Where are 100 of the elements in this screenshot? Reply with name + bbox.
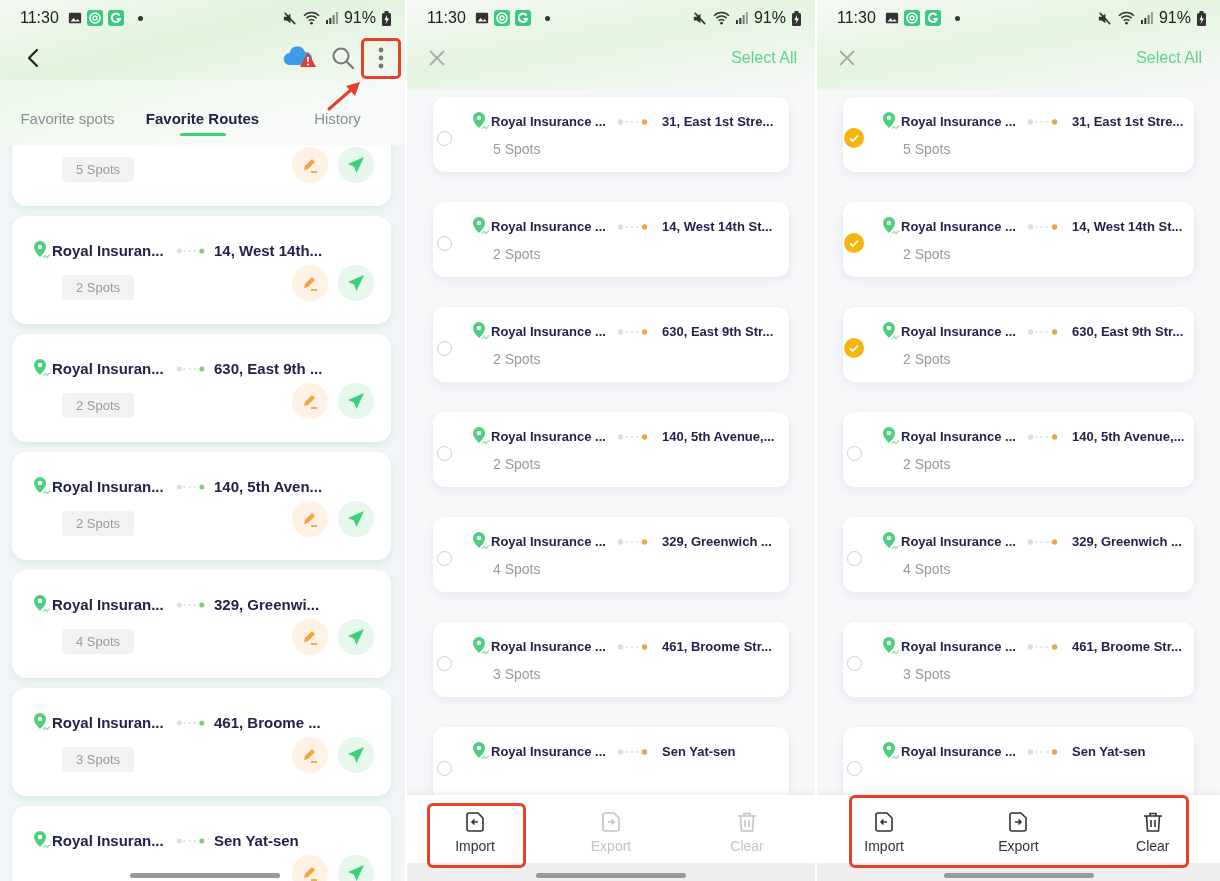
more-button[interactable]: [361, 37, 401, 79]
route-dots-icon: [1027, 118, 1059, 126]
route-destination: 630, East 9th Str...: [662, 323, 774, 339]
battery-percent: 91%: [1158, 9, 1191, 27]
edit-button[interactable]: [292, 855, 328, 881]
checkbox[interactable]: [844, 128, 864, 148]
notification-dot-icon: [954, 15, 960, 21]
pin-icon: [32, 712, 52, 732]
home-indicator[interactable]: [130, 873, 280, 878]
search-button[interactable]: [331, 46, 355, 70]
edit-button[interactable]: [292, 501, 328, 537]
target-app-icon: [493, 10, 510, 26]
search-icon: [331, 46, 355, 70]
edit-button[interactable]: [292, 147, 328, 183]
gallery-icon: [474, 11, 489, 25]
close-button[interactable]: [838, 49, 856, 67]
navigate-button[interactable]: [338, 737, 374, 773]
navigate-button[interactable]: [338, 147, 374, 183]
route-destination: Sen Yat-sen: [1072, 743, 1146, 759]
more-icon: [378, 47, 384, 69]
route-destination: 31, East 1st Stre...: [662, 113, 774, 129]
wifi-icon: [712, 11, 730, 25]
route-origin: Royal Insurance ...: [901, 638, 1013, 654]
paper-plane-icon: [346, 155, 366, 175]
spots-badge: 3 Spots: [62, 747, 135, 772]
mute-icon: [281, 10, 297, 26]
pin-icon: [881, 531, 901, 551]
navigate-button[interactable]: [338, 855, 374, 881]
navigate-button[interactable]: [338, 619, 374, 655]
pin-icon: [881, 216, 901, 236]
route-dots-icon: [1027, 538, 1059, 546]
pin-icon: [881, 321, 901, 341]
route-origin: Royal Insurance ...: [491, 323, 603, 339]
export-button[interactable]: Export: [951, 795, 1086, 863]
signal-icon: [735, 12, 748, 24]
route-destination: 630, East 9th Str...: [1072, 323, 1184, 339]
close-button[interactable]: [428, 49, 446, 67]
tab[interactable]: History: [270, 80, 405, 145]
clock-time: 11:30: [20, 9, 59, 27]
clock-time: 11:30: [427, 9, 466, 27]
back-icon[interactable]: [27, 48, 39, 68]
route-origin: Royal Insurance ...: [901, 323, 1013, 339]
route-dots-icon: [176, 719, 206, 727]
import-button[interactable]: Import: [817, 795, 952, 863]
spots-count: 2 Spots: [903, 456, 952, 472]
route-destination: 461, Broome ...: [214, 713, 321, 731]
select-all-button[interactable]: Select All: [1136, 49, 1202, 67]
route-dots-icon: [176, 601, 206, 609]
spots-count: 5 Spots: [903, 141, 952, 157]
battery-icon: [792, 10, 801, 26]
pin-icon: [881, 426, 901, 446]
route-dots-icon: [1027, 433, 1059, 441]
spots-badge: 2 Spots: [62, 275, 135, 300]
tab[interactable]: Favorite Routes: [135, 80, 270, 145]
spots-count: 2 Spots: [493, 456, 542, 472]
trash-icon: [735, 810, 759, 834]
route-origin: Royal Insuran...: [52, 831, 165, 849]
tab[interactable]: Favorite spots: [0, 80, 135, 145]
mute-icon: [691, 10, 707, 26]
home-indicator[interactable]: [943, 873, 1094, 878]
gallery-icon: [884, 11, 899, 25]
navigate-button[interactable]: [338, 501, 374, 537]
wifi-icon: [302, 11, 320, 25]
edit-button[interactable]: [292, 619, 328, 655]
home-indicator[interactable]: [536, 873, 686, 878]
route-destination: 461, Broome Str...: [1072, 638, 1182, 654]
checkbox[interactable]: [844, 233, 864, 253]
route-destination: 461, Broome Str...: [662, 638, 772, 654]
gallery-icon: [67, 11, 82, 25]
route-destination: 329, Greenwich ...: [662, 533, 772, 549]
edit-button[interactable]: [292, 265, 328, 301]
cloud-warning-icon[interactable]: [281, 44, 317, 68]
close-icon: [428, 49, 446, 67]
route-destination: 329, Greenwich ...: [1072, 533, 1182, 549]
checkbox[interactable]: [844, 338, 864, 358]
check-icon: [848, 132, 860, 144]
navigate-button[interactable]: [338, 265, 374, 301]
route-dots-icon: [617, 433, 649, 441]
close-icon: [838, 49, 856, 67]
spots-badge: 4 Spots: [62, 629, 135, 654]
spots-badge: 5 Spots: [62, 157, 135, 182]
route-origin: Royal Insuran...: [52, 595, 165, 613]
paper-plane-icon: [346, 391, 366, 411]
pin-icon: [881, 636, 901, 656]
navigate-button[interactable]: [338, 383, 374, 419]
route-dots-icon: [176, 837, 206, 845]
select-all-button[interactable]: Select All: [731, 49, 797, 67]
paper-plane-icon: [346, 509, 366, 529]
route-origin: Royal Insuran...: [52, 477, 165, 495]
target-app-icon: [86, 10, 103, 26]
spots-count: 2 Spots: [493, 351, 542, 367]
edit-button[interactable]: [292, 383, 328, 419]
paper-plane-icon: [346, 273, 366, 293]
route-destination: 140, 5th Avenue,...: [662, 428, 775, 444]
import-button[interactable]: Import: [407, 795, 543, 863]
clear-button[interactable]: Clear: [1085, 795, 1220, 863]
edit-button[interactable]: [292, 737, 328, 773]
signal-icon: [1140, 12, 1153, 24]
annotation-arrow: [327, 82, 360, 111]
route-origin: Royal Insuran...: [52, 713, 165, 731]
